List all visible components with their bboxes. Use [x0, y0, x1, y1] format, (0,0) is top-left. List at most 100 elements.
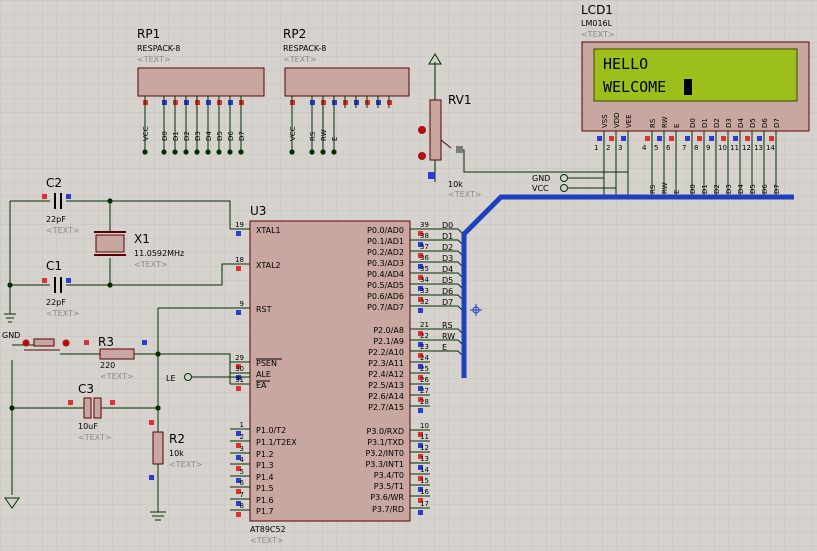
lcd-pin-number: 12 — [742, 144, 751, 152]
u3-left-pin-number: 5 — [240, 468, 244, 476]
u3-right-pin-number: 32 — [420, 298, 429, 306]
lcd-pin-number: 10 — [718, 144, 727, 152]
lcd-pin-number: 5 — [654, 144, 658, 152]
lcd-pin-marker — [745, 136, 750, 141]
u3-net-label: D7 — [442, 298, 453, 307]
c2-pin-marker — [42, 194, 47, 199]
r3-pin-marker — [84, 340, 89, 345]
u3-left-pin-name: EA — [256, 381, 267, 390]
u3-right-pin-number: 12 — [420, 444, 429, 452]
u3-right-pin-marker — [418, 510, 423, 515]
rp1-value: RESPACK-8 — [137, 44, 180, 53]
u3-right-pin-name: P2.7/A15 — [368, 403, 404, 412]
u3-right-pin-name: P0.4/AD4 — [367, 270, 404, 279]
u3-right-pin-name: P2.1/A9 — [373, 337, 404, 346]
le-label: LE — [166, 374, 176, 383]
u3-left-pin-name: XTAL2 — [256, 261, 281, 270]
gnd-label: GND — [2, 331, 20, 340]
rp1-junction-dot — [183, 149, 189, 155]
u3-left-pin-name: ALE — [256, 370, 271, 379]
u3-right-pin-name: P2.4/A12 — [368, 370, 404, 379]
u3-right-pin-number: 10 — [420, 422, 429, 430]
u3-right-pin-number: 14 — [420, 466, 429, 474]
u3-right-pin-number: 21 — [420, 321, 429, 329]
u3-right-pin-name: P0.5/AD5 — [367, 281, 404, 290]
rp1-junction-dot — [205, 149, 211, 155]
rp1-pin-label: D4 — [205, 131, 213, 141]
r3-value: 220 — [100, 361, 115, 370]
rp2-junction-dot — [289, 149, 295, 155]
c1-gap — [50, 279, 66, 291]
lcd-pin-marker — [709, 136, 714, 141]
reset-button-dot-2 — [22, 339, 30, 347]
u3-left-pin-name: P1.3 — [256, 461, 274, 470]
rv1-body — [429, 99, 442, 161]
lcd-pin-label: VDD — [613, 112, 621, 128]
u3-right-pin-number: 22 — [420, 332, 429, 340]
r3-pin-marker — [142, 340, 147, 345]
lcd-pin-number: 2 — [606, 144, 610, 152]
rp2-value: RESPACK-8 — [283, 44, 326, 53]
lcd-net-label: D3 — [725, 184, 733, 194]
u3-right-pin-number: 17 — [420, 500, 429, 508]
x1-text: <TEXT> — [134, 260, 168, 269]
u3-right-pin-number: 24 — [420, 354, 429, 362]
r2-ref: R2 — [169, 432, 185, 446]
rv1-pin-gray — [456, 146, 463, 153]
rp1-pin-label: D0 — [161, 131, 169, 141]
rv1-dot-1 — [418, 126, 426, 134]
r2-text: <TEXT> — [169, 460, 203, 469]
rp1-junction-dot — [216, 149, 222, 155]
lcd-pin-marker — [685, 136, 690, 141]
r2-pin-marker — [149, 420, 154, 425]
lcd-pin-marker — [733, 136, 738, 141]
u3-right-pin-number: 35 — [420, 265, 429, 273]
lcd-pin-marker — [757, 136, 762, 141]
lcd-line-1: HELLO — [603, 55, 648, 73]
schematic-canvas[interactable]: RP1 RESPACK-8 <TEXT> VCC D0 D1 D2 D3 D4 D5 D6 D7… — [0, 0, 817, 551]
lcd-model: LM016L — [581, 19, 613, 28]
rp2-text: <TEXT> — [283, 55, 317, 64]
u3-right-pin-number: 38 — [420, 232, 429, 240]
lcd-line-2: WELCOME — [603, 78, 666, 96]
lcd-pin-marker — [669, 136, 674, 141]
u3-net-label: D6 — [442, 287, 453, 296]
reset-button-dot — [62, 339, 70, 347]
c2-pin-marker — [66, 194, 71, 199]
lcd-net-label: RS — [649, 184, 657, 194]
lcd-net-label: E — [673, 190, 681, 194]
lcd-pin-label: VEE — [625, 114, 633, 128]
lcd-net-label: D5 — [749, 184, 757, 194]
u3-right-pin-number: 23 — [420, 343, 429, 351]
u3-left-pin-name: P1.7 — [256, 507, 274, 516]
rp1-pin-label: D1 — [172, 131, 180, 141]
u3-left-pin-number: 7 — [240, 491, 244, 499]
le-terminal — [184, 373, 192, 381]
u3-right-pin-number: 28 — [420, 398, 429, 406]
u3-right-pin-number: 25 — [420, 365, 429, 373]
lcd-pin-marker — [597, 136, 602, 141]
lcd-net-label: D7 — [773, 184, 781, 194]
u3-left-pin-name: P1.1/T2EX — [256, 438, 297, 447]
u3-right-pin-name: P2.3/A11 — [368, 359, 404, 368]
lcd-cursor — [684, 79, 692, 95]
schematic[interactable]: RP1 RESPACK-8 <TEXT> VCC D0 D1 D2 D3 D4 D5 D6 D7… — [0, 0, 817, 551]
junction-dot — [107, 198, 113, 204]
x1-value: 11.0592MHz — [134, 249, 184, 258]
lcd-pin-label: D4 — [737, 118, 745, 128]
x1-crystal-body — [95, 234, 125, 253]
rp2-junction-dot — [309, 149, 315, 155]
u3-right-pin-number: 26 — [420, 376, 429, 384]
u3-right-pin-name: P3.3/INT1 — [365, 460, 404, 469]
u3-net-label: D4 — [442, 265, 453, 274]
rp1-pin-label: VCC — [142, 126, 150, 141]
rp2-junction-dot — [320, 149, 326, 155]
c3-pin-marker — [110, 400, 115, 405]
u3-left-pin-name: P1.4 — [256, 473, 274, 482]
u3-right-pin-name: P0.6/AD6 — [367, 292, 404, 301]
lcd-pin-label: D2 — [713, 118, 721, 128]
u3-left-pin-name: PSEN — [256, 359, 277, 368]
lcd-net-label: D6 — [761, 184, 769, 194]
u3-left-pin-marker — [236, 266, 241, 271]
c1-pin-marker — [66, 278, 71, 283]
